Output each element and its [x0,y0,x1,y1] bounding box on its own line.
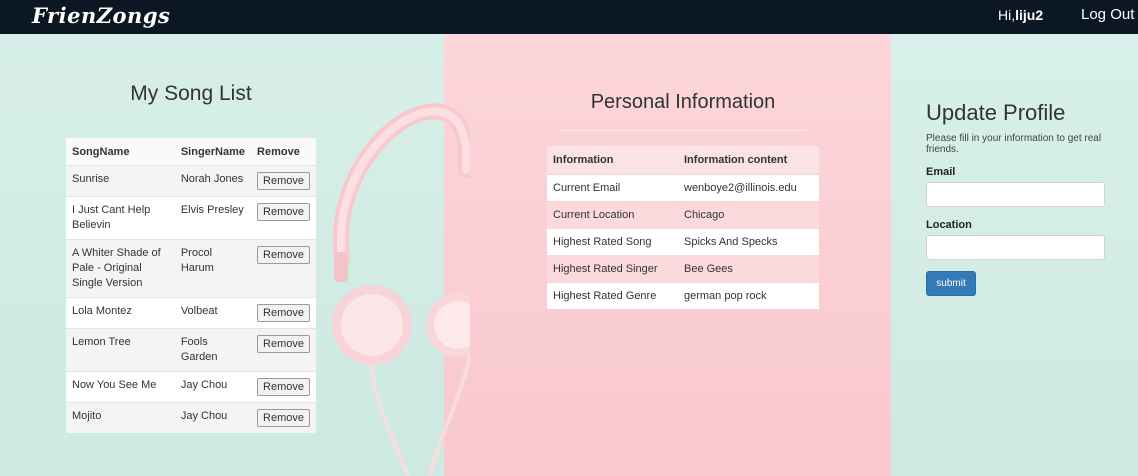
singer-name: Fools Garden [174,327,252,371]
singer-name: Norah Jones [174,164,252,196]
column-header-singername: SingerName [174,138,252,166]
remove-cell: Remove [251,238,316,297]
submit-button[interactable]: submit [926,271,976,296]
remove-button[interactable]: Remove [257,171,310,190]
location-field[interactable] [926,235,1105,260]
song-name: Sunrise [66,164,175,196]
remove-cell: Remove [251,401,316,433]
personal-info-title: Personal Information [590,91,776,113]
username: liju2 [1015,7,1044,23]
remove-button[interactable]: Remove [257,245,310,264]
singer-name: Volbeat [174,296,252,328]
location-label: Location [926,219,972,231]
remove-cell: Remove [251,370,316,402]
info-label: Current Email [547,173,678,201]
info-row: Highest Rated Singer Bee Gees [547,254,819,282]
remove-button[interactable]: Remove [257,202,310,221]
song-table-header-row: SongName SingerName Remove [66,138,316,166]
remove-cell: Remove [251,296,316,328]
singer-name: Elvis Presley [174,195,252,239]
song-row: Sunrise Norah Jones Remove [66,164,316,196]
info-value: german pop rock [678,281,819,309]
column-header-remove: Remove [251,138,316,166]
navbar: FrienZongs Hi,liju2 Log Out [0,0,1138,34]
song-row: A Whiter Shade of Pale - Original Single… [66,238,316,297]
column-header-information-content: Information content [678,146,819,175]
info-label: Highest Rated Genre [547,281,678,309]
song-name: I Just Cant Help Believin [66,195,175,239]
song-row: I Just Cant Help Believin Elvis Presley … [66,195,316,239]
song-list-title: My Song List [130,82,252,105]
remove-cell: Remove [251,327,316,371]
divider [558,130,806,131]
brand-logo[interactable]: FrienZongs [32,3,170,28]
email-field[interactable] [926,182,1105,207]
singer-name: Procol Harum [174,238,252,297]
logout-link[interactable]: Log Out [1081,6,1134,23]
song-row: Mojito Jay Chou Remove [66,401,316,433]
song-name: Lola Montez [66,296,175,328]
info-label: Current Location [547,200,678,228]
song-row: Lola Montez Volbeat Remove [66,296,316,328]
column-header-information: Information [547,146,678,175]
info-row: Highest Rated Genre german pop rock [547,281,819,309]
song-row: Now You See Me Jay Chou Remove [66,370,316,402]
info-label: Highest Rated Song [547,227,678,255]
info-value: Spicks And Specks [678,227,819,255]
update-profile-description: Please fill in your information to get r… [926,133,1102,155]
info-row: Highest Rated Song Spicks And Specks [547,227,819,255]
singer-name: Jay Chou [174,401,252,433]
remove-button[interactable]: Remove [257,303,310,322]
info-label: Highest Rated Singer [547,254,678,282]
greeting-prefix: Hi, [998,7,1016,23]
info-row: Current Location Chicago [547,200,819,228]
headphones-image [332,103,470,476]
remove-cell: Remove [251,195,316,239]
song-row: Lemon Tree Fools Garden Remove [66,327,316,371]
song-name: Lemon Tree [66,327,175,371]
info-value: Bee Gees [678,254,819,282]
song-name: Mojito [66,401,175,433]
info-row: Current Email wenboye2@illinois.edu [547,173,819,201]
remove-button[interactable]: Remove [257,408,310,427]
singer-name: Jay Chou [174,370,252,402]
info-value: Chicago [678,200,819,228]
song-name: Now You See Me [66,370,175,402]
email-label: Email [926,166,956,178]
column-header-songname: SongName [66,138,175,166]
song-name: A Whiter Shade of Pale - Original Single… [66,238,175,297]
user-greeting: Hi,liju2 [998,7,1043,23]
personal-info-table: Information Information content Current … [547,146,819,309]
update-profile-title: Update Profile [926,100,1066,125]
remove-button[interactable]: Remove [257,334,310,353]
info-table-header-row: Information Information content [547,146,819,175]
info-value: wenboye2@illinois.edu [678,173,819,201]
song-list-table: SongName SingerName Remove Sunrise Norah… [66,138,316,433]
remove-cell: Remove [251,164,316,196]
remove-button[interactable]: Remove [257,377,310,396]
